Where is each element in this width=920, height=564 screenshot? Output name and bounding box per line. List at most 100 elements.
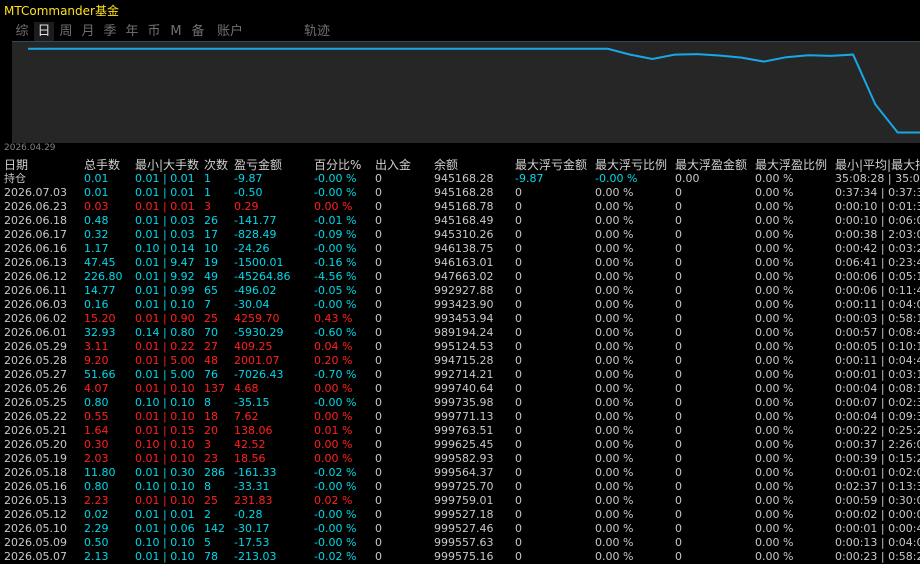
cell-max-float-profit-ratio: 0.00 % (755, 270, 794, 283)
cell-holding-time: 0:00:23 | 0:58:23 (835, 550, 920, 563)
cell-max-float-profit-ratio: 0.00 % (755, 382, 794, 395)
tab-1[interactable]: 日 (34, 22, 54, 42)
tab-2[interactable]: 周 (56, 22, 76, 42)
tab-10[interactable]: 轨迹 (298, 22, 336, 42)
cell-max-float-profit: 0 (675, 368, 682, 381)
cell-total-lots: 11.80 (84, 466, 116, 479)
cell-date: 2026.06.18 (4, 214, 67, 227)
cell-pnl-amount: -45264.86 (234, 270, 291, 283)
table-row[interactable]: 2026.06.02 15.20 0.01 | 0.90 25 4259.70 0.43 … (0, 312, 920, 326)
table-row[interactable]: 2026.05.20 0.30 0.10 | 0.10 3 42.52 0.00 % 0 99… (0, 438, 920, 452)
table-row[interactable]: 2026.06.17 0.32 0.01 | 0.03 17 -828.49 -0.09 … (0, 228, 920, 242)
cell-pnl-amount: -0.28 (234, 508, 263, 521)
table-row[interactable]: 2026.05.29 3.11 0.01 | 0.22 27 409.25 0.04 % 0… (0, 340, 920, 354)
cell-max-float-loss-ratio: 0.00 % (595, 550, 634, 563)
table-row[interactable]: 2026.06.23 0.03 0.01 | 0.01 3 0.29 0.00 % 0 945… (0, 200, 920, 214)
cell-holding-time: 0:00:01 | 0:03:12 (835, 368, 920, 381)
tab-6[interactable]: 币 (144, 22, 164, 42)
table-row[interactable]: 2026.05.10 2.29 0.01 | 0.06 142 -30.17 -0.00 … (0, 522, 920, 536)
cell-pnl-amount: 409.25 (234, 340, 273, 353)
cell-total-lots: 32.93 (84, 326, 116, 339)
cell-max-float-profit: 0.00 (675, 172, 700, 185)
tab-0[interactable]: 综 (12, 22, 32, 42)
tab-3[interactable]: 月 (78, 22, 98, 42)
tab-7[interactable]: M (166, 22, 186, 42)
cell-balance: 945168.28 (434, 172, 494, 185)
column-header-count[interactable]: 次数 (204, 158, 234, 172)
cell-balance: 999725.70 (434, 480, 494, 493)
table-row[interactable]: 2026.06.16 1.17 0.10 | 0.14 10 -24.26 -0.00 %… (0, 242, 920, 256)
cell-count: 49 (204, 270, 218, 283)
column-header-min-max-lots[interactable]: 最小|大手数 (135, 158, 203, 172)
cell-balance: 946138.75 (434, 242, 494, 255)
cell-count: 18 (204, 410, 218, 423)
table-row[interactable]: 2026.05.13 2.23 0.01 | 0.10 25 231.83 0.02 % 0… (0, 494, 920, 508)
cell-count: 65 (204, 284, 218, 297)
cell-percent: -0.00 % (314, 396, 357, 409)
table-row[interactable]: 2026.06.18 0.48 0.01 | 0.03 26 -141.77 -0.01 … (0, 214, 920, 228)
table-row[interactable]: 2026.05.12 0.02 0.01 | 0.01 2 -0.28 -0.00 % 0 9… (0, 508, 920, 522)
table-row[interactable]: 2026.05.09 0.50 0.10 | 0.10 5 -17.53 -0.00 % 0… (0, 536, 920, 550)
table-row[interactable]: 2026.05.16 0.80 0.10 | 0.10 8 -33.31 -0.00 % 0… (0, 480, 920, 494)
table-row[interactable]: 2026.05.18 11.80 0.01 | 0.30 286 -161.33 -0.0… (0, 466, 920, 480)
table-row[interactable]: 2026.06.01 32.93 0.14 | 0.80 70 -5930.29 -0.6… (0, 326, 920, 340)
table-row[interactable]: 2026.07.03 0.01 0.01 | 0.01 1 -0.50 -0.00 % 0 9… (0, 186, 920, 200)
column-header-date[interactable]: 日期 (4, 158, 82, 172)
cell-percent: -0.02 % (314, 466, 357, 479)
cell-min-max-lots: 0.10 | 0.10 (135, 396, 195, 409)
cell-min-max-lots: 0.01 | 0.06 (135, 522, 195, 535)
table-row[interactable]: 2026.06.12 226.80 0.01 | 9.92 49 -45264.86 -4… (0, 270, 920, 284)
cell-holding-time: 0:00:03 | 0:58:19 (835, 312, 920, 325)
cell-holding-time: 0:00:06 | 0:05:12 (835, 270, 920, 283)
cell-max-float-loss-ratio: 0.00 % (595, 270, 634, 283)
column-header-max-float-loss-ratio[interactable]: 最大浮亏比例 (595, 158, 675, 172)
table-row[interactable]: 2026.06.03 0.16 0.01 | 0.10 7 -30.04 -0.00 % 0… (0, 298, 920, 312)
cell-max-float-profit-ratio: 0.00 % (755, 284, 794, 297)
column-header-max-float-loss[interactable]: 最大浮亏金额 (515, 158, 595, 172)
cell-date: 2026.05.09 (4, 536, 67, 549)
tab-8[interactable]: 备 (188, 22, 208, 42)
cell-max-float-profit-ratio: 0.00 % (755, 200, 794, 213)
column-header-balance[interactable]: 余额 (434, 158, 514, 172)
cell-balance: 999527.46 (434, 522, 494, 535)
table-row[interactable]: 2026.05.19 2.03 0.01 | 0.10 23 18.56 0.00 % 0 9… (0, 452, 920, 466)
table-row[interactable]: 2026.05.22 0.55 0.01 | 0.10 18 7.62 0.00 % 0 99… (0, 410, 920, 424)
cell-min-max-lots: 0.01 | 0.10 (135, 452, 195, 465)
cell-min-max-lots: 0.01 | 0.10 (135, 494, 195, 507)
tab-9[interactable]: 账户 (214, 22, 246, 42)
table-row[interactable]: 2026.06.11 14.77 0.01 | 0.99 65 -496.02 -0.05… (0, 284, 920, 298)
cell-total-lots: 14.77 (84, 284, 116, 297)
holding-row[interactable]: 持仓 0.01 0.01 | 0.01 1 -9.87 -0.00 % 0 945168.28… (0, 172, 920, 186)
column-header-deposit-withdraw[interactable]: 出入金 (375, 158, 433, 172)
cell-count: 19 (204, 256, 218, 269)
tab-4[interactable]: 季 (100, 22, 120, 42)
tab-5[interactable]: 年 (122, 22, 142, 42)
table-row[interactable]: 2026.06.13 47.45 0.01 | 9.47 19 -1500.01 -0.1… (0, 256, 920, 270)
column-header-pnl-amount[interactable]: 盈亏金额 (234, 158, 314, 172)
table-row[interactable]: 2026.05.27 51.66 0.01 | 5.00 76 -7026.43 -0.7… (0, 368, 920, 382)
table-row[interactable]: 2026.05.21 1.64 0.01 | 0.15 20 138.06 0.01 % 0… (0, 424, 920, 438)
column-header-max-float-profit[interactable]: 最大浮盈金额 (675, 158, 755, 172)
column-header-percent[interactable]: 百分比% (314, 158, 374, 172)
table-row[interactable]: 2026.05.28 9.20 0.01 | 5.00 48 2001.07 0.20 %… (0, 354, 920, 368)
table-row[interactable]: 2026.05.07 2.13 0.01 | 0.10 78 -213.03 -0.02 … (0, 550, 920, 564)
cell-max-float-profit: 0 (675, 508, 682, 521)
cell-max-float-loss: 0 (515, 536, 522, 549)
cell-max-float-profit: 0 (675, 424, 682, 437)
cell-deposit-withdraw: 0 (375, 186, 382, 199)
cell-count: 48 (204, 354, 218, 367)
cell-balance: 946163.01 (434, 256, 494, 269)
table-row[interactable]: 2026.05.25 0.80 0.10 | 0.10 8 -35.15 -0.00 % 0… (0, 396, 920, 410)
cell-deposit-withdraw: 0 (375, 228, 382, 241)
cell-date: 2026.06.11 (4, 284, 67, 297)
cell-max-float-loss: 0 (515, 340, 522, 353)
column-header-max-float-profit-ratio[interactable]: 最大浮盈比例 (755, 158, 835, 172)
column-header-total-lots[interactable]: 总手数 (84, 158, 134, 172)
table-row[interactable]: 2026.05.26 4.07 0.01 | 0.10 137 4.68 0.00 % 0 9… (0, 382, 920, 396)
cell-max-float-profit: 0 (675, 536, 682, 549)
cell-max-float-loss: 0 (515, 508, 522, 521)
cell-holding-time: 0:00:13 | 0:04:08 (835, 536, 920, 549)
cell-max-float-loss: 0 (515, 522, 522, 535)
cell-max-float-profit-ratio: 0.00 % (755, 326, 794, 339)
column-header-holding-time[interactable]: 最小|平均|最大持仓时间 (835, 158, 920, 172)
